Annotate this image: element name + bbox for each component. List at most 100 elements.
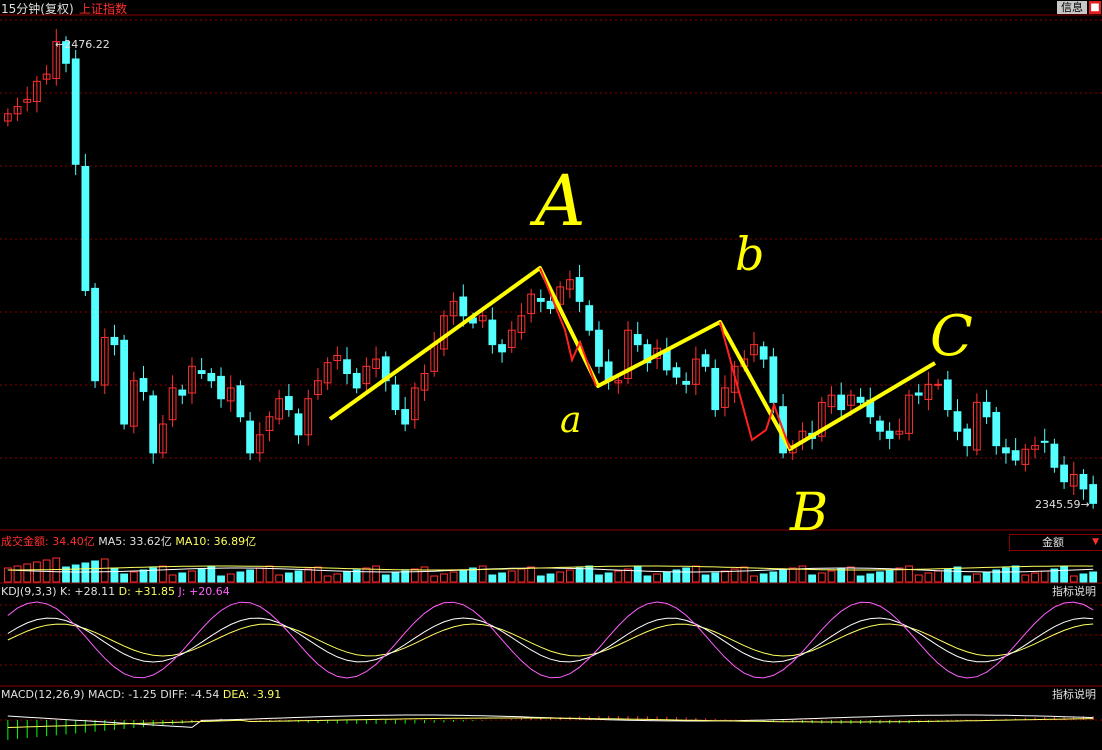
volume-bar xyxy=(488,574,497,583)
volume-bar xyxy=(914,574,923,583)
volume-bar xyxy=(769,571,778,583)
volume-bar xyxy=(226,573,235,583)
volume-bar xyxy=(1021,574,1030,583)
volume-bar xyxy=(595,574,603,583)
candle-down xyxy=(498,344,506,353)
candle-down xyxy=(575,277,584,302)
volume-bar xyxy=(294,570,303,583)
candle-down xyxy=(837,394,846,411)
volume-bar xyxy=(314,566,322,583)
candle-down xyxy=(459,296,468,317)
volume-bar xyxy=(1002,567,1010,583)
candle-down xyxy=(711,367,720,411)
candle-down xyxy=(217,375,225,400)
volume-bar xyxy=(440,573,448,583)
index-name: 上证指数 xyxy=(79,2,128,16)
volume-bar xyxy=(372,565,380,583)
volume-bar xyxy=(1031,572,1039,583)
volume-bar xyxy=(876,571,884,583)
macd-legend: MACD(12,26,9) MACD: -1.25 DIFF: -4.54 DE… xyxy=(1,688,282,701)
volume-bar xyxy=(972,573,981,583)
volume-bar xyxy=(682,567,691,583)
kdj-j-line xyxy=(7,601,1094,679)
info-button[interactable]: 信息 xyxy=(1057,1,1087,14)
volume-bar xyxy=(23,563,32,583)
candle-down xyxy=(1079,474,1088,490)
volume-bar xyxy=(13,565,22,583)
volume-bar xyxy=(847,566,855,583)
volume-metric-select[interactable]: 金额 ▼ xyxy=(1009,534,1102,551)
volume-bar xyxy=(323,575,332,583)
volume-bar xyxy=(304,568,313,583)
wave-label-C: C xyxy=(930,304,973,369)
arrow-left-icon: ← xyxy=(55,38,65,51)
candle-down xyxy=(536,297,545,302)
wave-label-B: B xyxy=(789,483,828,543)
volume-bar xyxy=(410,568,419,583)
volume-bar xyxy=(217,575,225,583)
volume-bar xyxy=(817,572,826,583)
candle-down xyxy=(943,379,952,411)
kdj-help-link[interactable]: 指标说明 xyxy=(1052,585,1096,598)
kdj-series xyxy=(7,601,1094,679)
macd-series xyxy=(7,714,1094,740)
volume-bar xyxy=(662,571,671,583)
volume-bar xyxy=(963,575,972,583)
volume-bar xyxy=(837,568,846,583)
volume-bar xyxy=(953,566,962,583)
volume-bar xyxy=(556,571,565,583)
macd-help-link[interactable]: 指标说明 xyxy=(1052,688,1096,701)
candle-down xyxy=(769,356,778,403)
volume-bar xyxy=(207,566,216,583)
candle-down xyxy=(672,367,681,378)
volume-bar xyxy=(1089,571,1098,583)
volume-bar xyxy=(982,571,991,583)
volume-bar xyxy=(178,572,187,583)
candle-down xyxy=(91,287,99,382)
volume-bar xyxy=(788,567,797,583)
arrow-right-icon: → xyxy=(1080,498,1090,511)
candle-down xyxy=(953,411,962,432)
volume-bar xyxy=(1079,573,1088,583)
volume-bar xyxy=(905,565,913,583)
volume-bar xyxy=(275,574,284,583)
volume-bar xyxy=(740,566,749,583)
volume-series xyxy=(3,557,1098,583)
wave-label-A: A xyxy=(529,160,586,242)
candle-down xyxy=(120,339,129,425)
candle-down xyxy=(585,305,594,331)
volume-bar xyxy=(691,565,700,583)
volume-bar xyxy=(255,567,264,583)
candle-down xyxy=(294,413,303,436)
candle-down xyxy=(682,380,691,385)
volume-bar xyxy=(517,568,526,583)
volume-bar xyxy=(1011,565,1020,583)
volume-legend: 成交金额: 34.40亿 MA5: 33.62亿 MA10: 36.89亿 xyxy=(1,535,257,548)
volume-bar xyxy=(401,570,410,583)
candle-down xyxy=(759,346,768,360)
volume-bar xyxy=(546,573,555,583)
volume-bar xyxy=(536,575,545,583)
dropdown-arrow-icon: ▼ xyxy=(1092,537,1099,547)
candle-down xyxy=(633,334,642,346)
volume-bar xyxy=(934,570,943,583)
close-button[interactable]: ■ xyxy=(1089,1,1101,14)
volume-bar xyxy=(139,569,148,583)
volume-bar xyxy=(643,575,652,583)
candle-down xyxy=(914,392,923,396)
volume-bar xyxy=(459,569,468,583)
candle-down xyxy=(982,401,991,418)
volume-bar xyxy=(197,568,206,583)
volume-bar xyxy=(507,570,516,583)
volume-bar xyxy=(449,571,458,583)
volume-bar xyxy=(71,564,80,583)
volume-bar xyxy=(866,573,875,583)
period-title: 15分钟(复权) xyxy=(1,2,74,16)
candle-down xyxy=(71,58,80,165)
volume-bar xyxy=(575,567,584,583)
candle-down xyxy=(856,396,865,403)
candle-down xyxy=(197,370,206,375)
volume-bar xyxy=(711,572,720,583)
candle-down xyxy=(876,420,884,432)
wave-trend-line xyxy=(328,266,937,451)
